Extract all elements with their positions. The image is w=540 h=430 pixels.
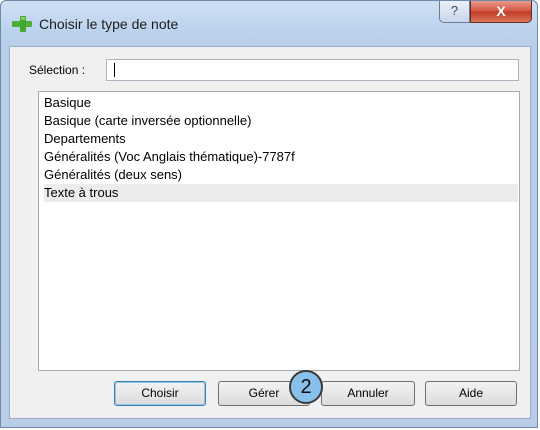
- selection-label: Sélection :: [29, 63, 86, 77]
- help-button[interactable]: Aide: [425, 381, 517, 406]
- window-title: Choisir le type de note: [39, 16, 179, 32]
- list-item[interactable]: Généralités (Voc Anglais thématique)-778…: [44, 148, 518, 166]
- list-item-selected[interactable]: Texte à trous: [44, 184, 518, 202]
- list-item[interactable]: Basique: [44, 94, 518, 112]
- text-caret: [114, 63, 115, 77]
- cancel-button[interactable]: Annuler: [321, 381, 415, 406]
- list-item[interactable]: Généralités (deux sens): [44, 166, 518, 184]
- title-bar[interactable]: Choisir le type de note ? X: [1, 1, 537, 47]
- anki-cross-icon: [12, 16, 32, 32]
- list-item[interactable]: Basique (carte inversée optionnelle): [44, 112, 518, 130]
- note-type-list[interactable]: Basique Basique (carte inversée optionne…: [38, 91, 520, 371]
- close-button[interactable]: X: [470, 1, 532, 23]
- title-help-button[interactable]: ?: [439, 1, 470, 23]
- step-number-badge: 2: [289, 370, 323, 404]
- choose-button[interactable]: Choisir: [114, 381, 206, 406]
- list-item[interactable]: Departements: [44, 130, 518, 148]
- selection-input[interactable]: [106, 59, 519, 81]
